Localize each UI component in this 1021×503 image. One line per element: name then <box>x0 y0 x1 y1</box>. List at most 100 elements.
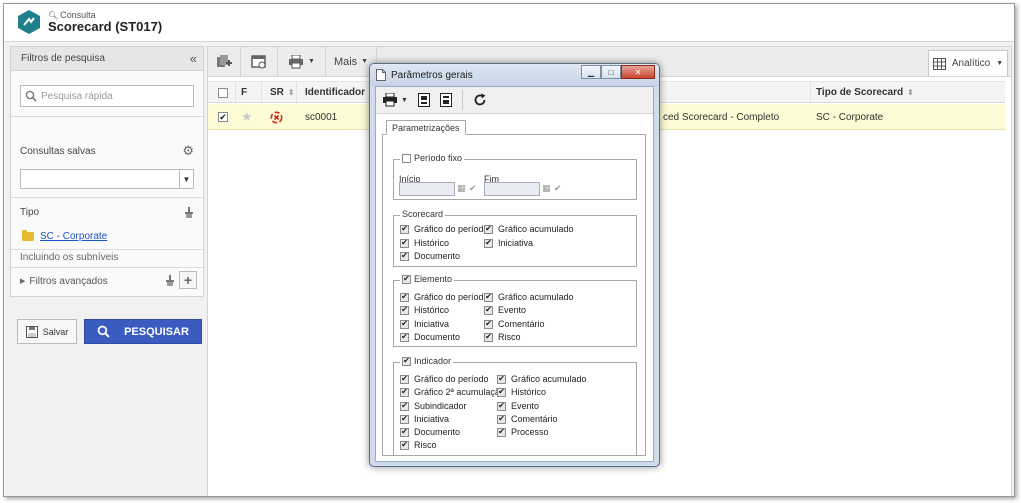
print-button[interactable]: ▼ <box>278 46 326 77</box>
indicator-process-checkbox[interactable]: ✔ Processo <box>497 427 549 437</box>
start-date-input[interactable] <box>399 182 455 196</box>
sort-icon: ⬍ <box>287 88 295 97</box>
scorecard-group: Scorecard ✔ Gráfico do período ✔ Gráfico a… <box>393 209 637 267</box>
quick-search-input[interactable]: Pesquisa rápida <box>20 85 194 107</box>
view-record-button[interactable] <box>241 46 278 77</box>
column-header-identifier[interactable]: Identificador⬍ <box>305 82 376 103</box>
grid-view-icon <box>932 57 946 70</box>
element-comment-checkbox[interactable]: ✔ Comentário <box>484 319 545 329</box>
indicator-risk-checkbox[interactable]: ✔ Risco <box>400 440 437 450</box>
window-view-icon <box>251 54 266 68</box>
dialog-body: ▼ Parametrizações Período fixo Início Fi… <box>375 86 654 462</box>
indicator-period-chart-checkbox[interactable]: ✔ Gráfico do período <box>400 374 489 384</box>
type-filter-item[interactable]: SC - Corporate <box>22 230 107 242</box>
indicator-document-checkbox[interactable]: ✔ Documento <box>400 427 460 437</box>
gear-icon[interactable]: ⚙ <box>182 143 194 159</box>
indicator-legend[interactable]: ✔ Indicador <box>400 356 454 366</box>
favorite-star-icon[interactable]: ★ <box>241 104 253 130</box>
indicator-accumulated-chart-checkbox[interactable]: ✔ Gráfico acumulado <box>497 374 587 384</box>
identifier-cell: sc0001 <box>305 111 338 123</box>
search-icon <box>25 90 37 102</box>
scorecard-history-checkbox[interactable]: ✔ Histórico <box>400 238 449 248</box>
scorecard-document-checkbox[interactable]: ✔ Documento <box>400 251 460 261</box>
fixed-period-group: Período fixo Início Fim ▦ ✔ ▦ ✔ <box>393 153 637 200</box>
dialog-toolbar: ▼ <box>376 87 653 114</box>
minimize-icon[interactable]: ▁ <box>581 65 601 79</box>
export-document-icon[interactable] <box>417 93 430 107</box>
search-button[interactable]: PESQUISAR <box>84 319 202 344</box>
view-mode-dropdown[interactable]: Analítico ▼ <box>928 50 1008 76</box>
filter-panel-title: Filtros de pesquisa <box>21 53 105 64</box>
element-document-checkbox[interactable]: ✔ Documento <box>400 332 460 342</box>
add-record-button[interactable] <box>208 46 241 77</box>
element-legend[interactable]: ✔ Elemento <box>400 274 455 284</box>
refresh-icon[interactable] <box>473 93 487 107</box>
export-copy-icon[interactable] <box>439 93 452 107</box>
confirm-check-icon[interactable]: ✔ <box>469 183 477 194</box>
dialog-title-bar[interactable]: Parâmetros gerais ▁ □ ✕ <box>370 64 659 86</box>
tab-parametrizacoes[interactable]: Parametrizações <box>386 120 466 135</box>
sort-icon: ⬍ <box>907 88 914 97</box>
row-checkbox[interactable]: ✔ <box>218 104 228 130</box>
add-filter-button[interactable]: + <box>179 271 197 289</box>
divider <box>11 197 203 198</box>
filter-panel-header: Filtros de pesquisa « <box>10 46 204 71</box>
advanced-filters-label: Filtros avançados <box>29 275 108 287</box>
indicator-history-checkbox[interactable]: ✔ Histórico <box>497 387 546 397</box>
element-period-chart-checkbox[interactable]: ✔ Gráfico do período <box>400 292 489 302</box>
chevron-down-icon: ▼ <box>361 58 369 65</box>
indicator-second-accumulation-checkbox[interactable]: ✔ Gráfico 2ª acumulação <box>400 387 505 397</box>
saved-queries-label: Consultas salvas <box>20 145 96 157</box>
document-icon <box>376 69 386 81</box>
column-header-sr[interactable]: SR ⬍ <box>270 82 295 103</box>
fixed-period-checkbox[interactable] <box>402 153 411 163</box>
save-button[interactable]: Salvar <box>17 319 77 344</box>
indicator-event-checkbox[interactable]: ✔ Evento <box>497 401 539 411</box>
element-checkbox[interactable]: ✔ <box>402 274 411 284</box>
search-filter-panel: Filtros de pesquisa « Pesquisa rápida Co… <box>10 46 204 496</box>
print-dropdown-button[interactable]: ▼ <box>382 93 408 107</box>
scorecard-accumulated-chart-checkbox[interactable]: ✔ Gráfico acumulado <box>484 224 574 234</box>
general-parameters-dialog: Parâmetros gerais ▁ □ ✕ ▼ Parametrizaçõe… <box>369 63 660 467</box>
quick-search-placeholder: Pesquisa rápida <box>41 90 113 102</box>
scorecard-initiative-checkbox[interactable]: ✔ Iniciativa <box>484 238 533 248</box>
chevron-down-icon[interactable]: ▼ <box>179 170 193 188</box>
close-icon[interactable]: ✕ <box>621 65 655 79</box>
calendar-icon[interactable]: ▦ <box>542 183 551 194</box>
column-header-favorite[interactable]: F <box>241 82 247 103</box>
end-date-input[interactable] <box>484 182 540 196</box>
indicator-group: ✔ Indicador ✔ Gráfico do período ✔ Gráfico… <box>393 356 637 456</box>
element-history-checkbox[interactable]: ✔ Histórico <box>400 305 449 315</box>
advanced-filters-toggle[interactable]: ▶ Filtros avançados + <box>11 268 203 294</box>
scorecard-type-cell: SC - Corporate <box>816 111 884 123</box>
clear-filter-icon[interactable] <box>184 207 194 218</box>
maximize-icon[interactable]: □ <box>601 65 621 79</box>
type-row: Tipo <box>11 207 203 218</box>
include-sublevels-text: Incluindo os subníveis <box>20 252 119 263</box>
element-initiative-checkbox[interactable]: ✔ Iniciativa <box>400 319 449 329</box>
confirm-check-icon[interactable]: ✔ <box>554 183 562 194</box>
app-logo-icon <box>18 10 40 34</box>
scorecard-period-chart-checkbox[interactable]: ✔ Gráfico do período <box>400 224 489 234</box>
clear-filter-icon[interactable] <box>165 274 175 286</box>
calendar-icon[interactable]: ▦ <box>457 183 466 194</box>
indicator-checkbox[interactable]: ✔ <box>402 356 411 366</box>
chevron-down-icon[interactable]: ▼ <box>308 58 315 65</box>
chevron-down-icon: ▼ <box>401 96 408 104</box>
indicator-comment-checkbox[interactable]: ✔ Comentário <box>497 414 558 424</box>
select-all-checkbox[interactable] <box>218 82 228 103</box>
parameters-tab-content: Período fixo Início Fim ▦ ✔ ▦ ✔ Scorecar… <box>382 134 646 456</box>
element-accumulated-chart-checkbox[interactable]: ✔ Gráfico acumulado <box>484 292 574 302</box>
status-sr-icon <box>270 104 283 130</box>
more-label: Mais <box>333 55 358 68</box>
type-filter-link[interactable]: SC - Corporate <box>40 231 107 242</box>
fixed-period-legend[interactable]: Período fixo <box>400 153 465 163</box>
saved-queries-select[interactable]: ▼ <box>20 169 194 189</box>
column-header-scorecard-type[interactable]: Tipo de Scorecard ⬍ <box>816 82 914 103</box>
collapse-panel-icon[interactable]: « <box>190 51 197 66</box>
element-risk-checkbox[interactable]: ✔ Risco <box>484 332 521 342</box>
element-event-checkbox[interactable]: ✔ Evento <box>484 305 526 315</box>
indicator-subindicator-checkbox[interactable]: ✔ Subindicador <box>400 401 467 411</box>
indicator-initiative-checkbox[interactable]: ✔ Iniciativa <box>400 414 449 424</box>
search-icon <box>97 325 110 338</box>
